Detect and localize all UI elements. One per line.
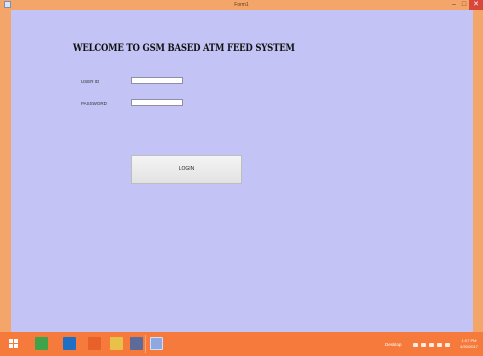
tray-network-icon[interactable] (429, 343, 434, 347)
form-client-area: WELCOME TO GSM BASED ATM FEED SYSTEM USE… (11, 10, 473, 332)
maximize-button[interactable]: □ (459, 0, 469, 10)
window-title-bar[interactable]: Form1 – □ ✕ (0, 0, 483, 10)
window-border-left (0, 10, 11, 332)
form-app-icon[interactable] (150, 337, 163, 350)
tray-power-icon[interactable] (421, 343, 426, 347)
taskbar-separator (145, 335, 146, 353)
tray-flag-icon[interactable] (413, 343, 418, 347)
tools-icon[interactable] (130, 337, 143, 350)
window-title: Form1 (234, 2, 249, 8)
password-input[interactable] (131, 99, 183, 106)
taskbar-clock[interactable]: 1:07 PM 4/30/2017 (456, 338, 482, 350)
userid-input[interactable] (131, 77, 183, 84)
clock-date: 4/30/2017 (460, 344, 478, 349)
page-title: WELCOME TO GSM BASED ATM FEED SYSTEM (73, 42, 295, 55)
login-button[interactable]: LOGIN (131, 155, 242, 184)
store-icon[interactable] (35, 337, 48, 350)
desktop-screen: Form1 – □ ✕ WELCOME TO GSM BASED ATM FEE… (0, 0, 483, 356)
desktop-toolbar-label[interactable]: Desktop (385, 342, 402, 347)
internet-explorer-icon[interactable] (63, 337, 76, 350)
media-player-icon[interactable] (88, 337, 101, 350)
taskbar: Desktop 1:07 PM 4/30/2017 (0, 332, 483, 356)
file-explorer-icon[interactable] (110, 337, 123, 350)
close-button[interactable]: ✕ (469, 0, 483, 10)
tray-volume-icon[interactable] (437, 343, 442, 347)
windows-start-icon[interactable] (9, 339, 19, 349)
userid-label: USER ID (81, 79, 100, 84)
minimize-button[interactable]: – (449, 0, 459, 10)
tray-keyboard-icon[interactable] (445, 343, 450, 347)
password-label: PASSWORD (81, 101, 107, 106)
window-border-right (473, 10, 483, 332)
